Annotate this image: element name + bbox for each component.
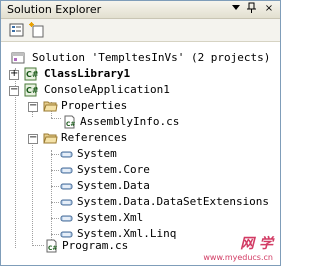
svg-text:C#: C# [26,86,38,95]
solution-tree: Solution 'TempltesInVs' (2 projects) + C… [1,44,280,264]
classlibrary1-label: ClassLibrary1 [44,67,131,80]
reference-label: System [77,147,117,160]
tree-line [51,202,59,203]
tree-line [51,186,59,187]
tree-item-solution[interactable]: Solution 'TempltesInVs' (2 projects) [1,50,280,66]
expand-toggle[interactable]: + [9,68,19,80]
watermark-brand: 网 学 [240,236,273,252]
properties-label: Properties [61,99,128,112]
reference-label: System.Data [77,179,150,192]
tree-line [51,218,59,219]
consoleapplication1-label: ConsoleApplication1 [44,83,170,96]
reference-label: System.Core [77,163,150,176]
solution-icon [11,51,26,65]
tree-line [51,154,59,155]
collapse-toggle[interactable]: − [28,100,38,112]
folder-icon [43,99,58,113]
close-icon[interactable]: × [262,2,276,16]
reference-label: System.Data.DataSetExtensions [77,195,270,208]
csharp-project-icon: C# [23,83,39,97]
collapse-toggle[interactable]: − [9,84,19,96]
panel-title: Solution Explorer [7,3,102,16]
collapse-toggle[interactable]: − [28,132,38,144]
cs-file-icon: C# [62,115,77,129]
tree-item-properties[interactable]: − Properties [1,98,280,114]
collapse-glyph: − [29,100,38,111]
tree-item-reference[interactable]: System.Data.DataSetExtensions [1,194,280,210]
tree-item-reference[interactable]: System.Core [1,162,280,178]
toolbar [1,19,280,42]
reference-icon [59,211,74,225]
show-all-files-icon[interactable] [29,22,45,38]
tree-item-classlibrary1[interactable]: + C# ClassLibrary1 [1,66,280,82]
assemblyinfo-label: AssemblyInfo.cs [80,115,180,128]
tree-item-reference[interactable]: System.Xml [1,210,280,226]
tree-item-reference[interactable]: System [1,146,280,162]
cs-file-icon: C# [44,239,59,253]
expand-glyph: + [10,68,19,79]
svg-text:C#: C# [66,121,75,128]
program-label: Program.cs [62,239,129,252]
tree-item-references[interactable]: − References [1,130,280,146]
solution-label: Solution 'TempltesInVs' (2 projects) [32,51,271,64]
csharp-project-icon: C# [23,67,39,81]
reference-label: System.Xml [77,211,144,224]
collapse-glyph: − [10,84,19,95]
title-bar: Solution Explorer × [1,1,280,19]
tree-line [51,234,59,235]
properties-icon[interactable] [9,22,25,38]
collapse-glyph: − [29,132,38,143]
reference-icon [59,195,74,209]
references-label: References [61,131,128,144]
pin-icon[interactable] [245,2,259,16]
watermark-url: www.myeducs.cn [203,253,273,262]
menu-dropdown-icon[interactable] [229,2,243,16]
folder-icon [43,131,58,145]
tree-item-assemblyinfo[interactable]: C# AssemblyInfo.cs [1,114,280,130]
tree-line [51,170,59,171]
tree-item-reference[interactable]: System.Data [1,178,280,194]
watermark: 网 学 www.myeducs.cn [203,233,273,262]
reference-icon [59,163,74,177]
svg-text:C#: C# [26,70,38,79]
reference-icon [59,147,74,161]
svg-text:C#: C# [48,245,57,252]
tree-item-consoleapplication1[interactable]: − C# ConsoleApplication1 [1,82,280,98]
reference-icon [59,179,74,193]
